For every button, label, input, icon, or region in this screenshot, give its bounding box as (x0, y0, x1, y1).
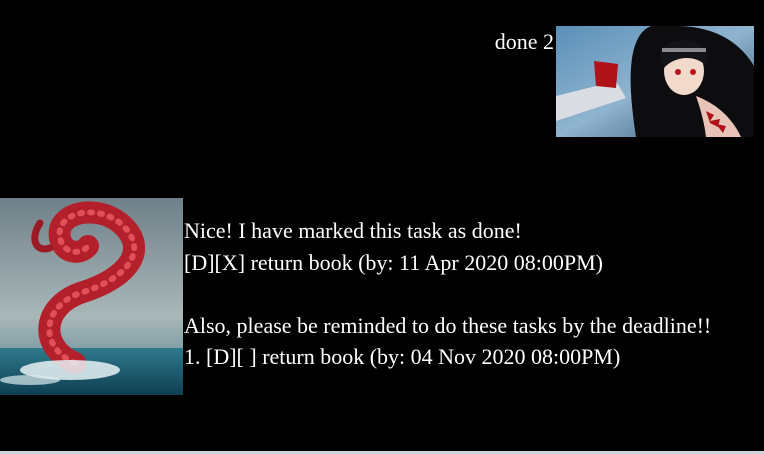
bot-message-line: [D][X] return book (by: 11 Apr 2020 08:0… (184, 249, 603, 275)
bot-message: Nice! I have marked this task as done! [… (184, 215, 744, 373)
bot-message-line: 1. [D][ ] return book (by: 04 Nov 2020 0… (184, 344, 621, 369)
tentacle-avatar-icon (0, 198, 183, 395)
bot-message-line: Also, please be reminded to do these tas… (184, 312, 712, 338)
user-message-text: done 2 (494, 29, 554, 54)
bot-message-line: Nice! I have marked this task as done! (184, 218, 522, 243)
anime-girl-avatar-icon (556, 26, 754, 137)
bot-message-blank-line (184, 278, 744, 310)
